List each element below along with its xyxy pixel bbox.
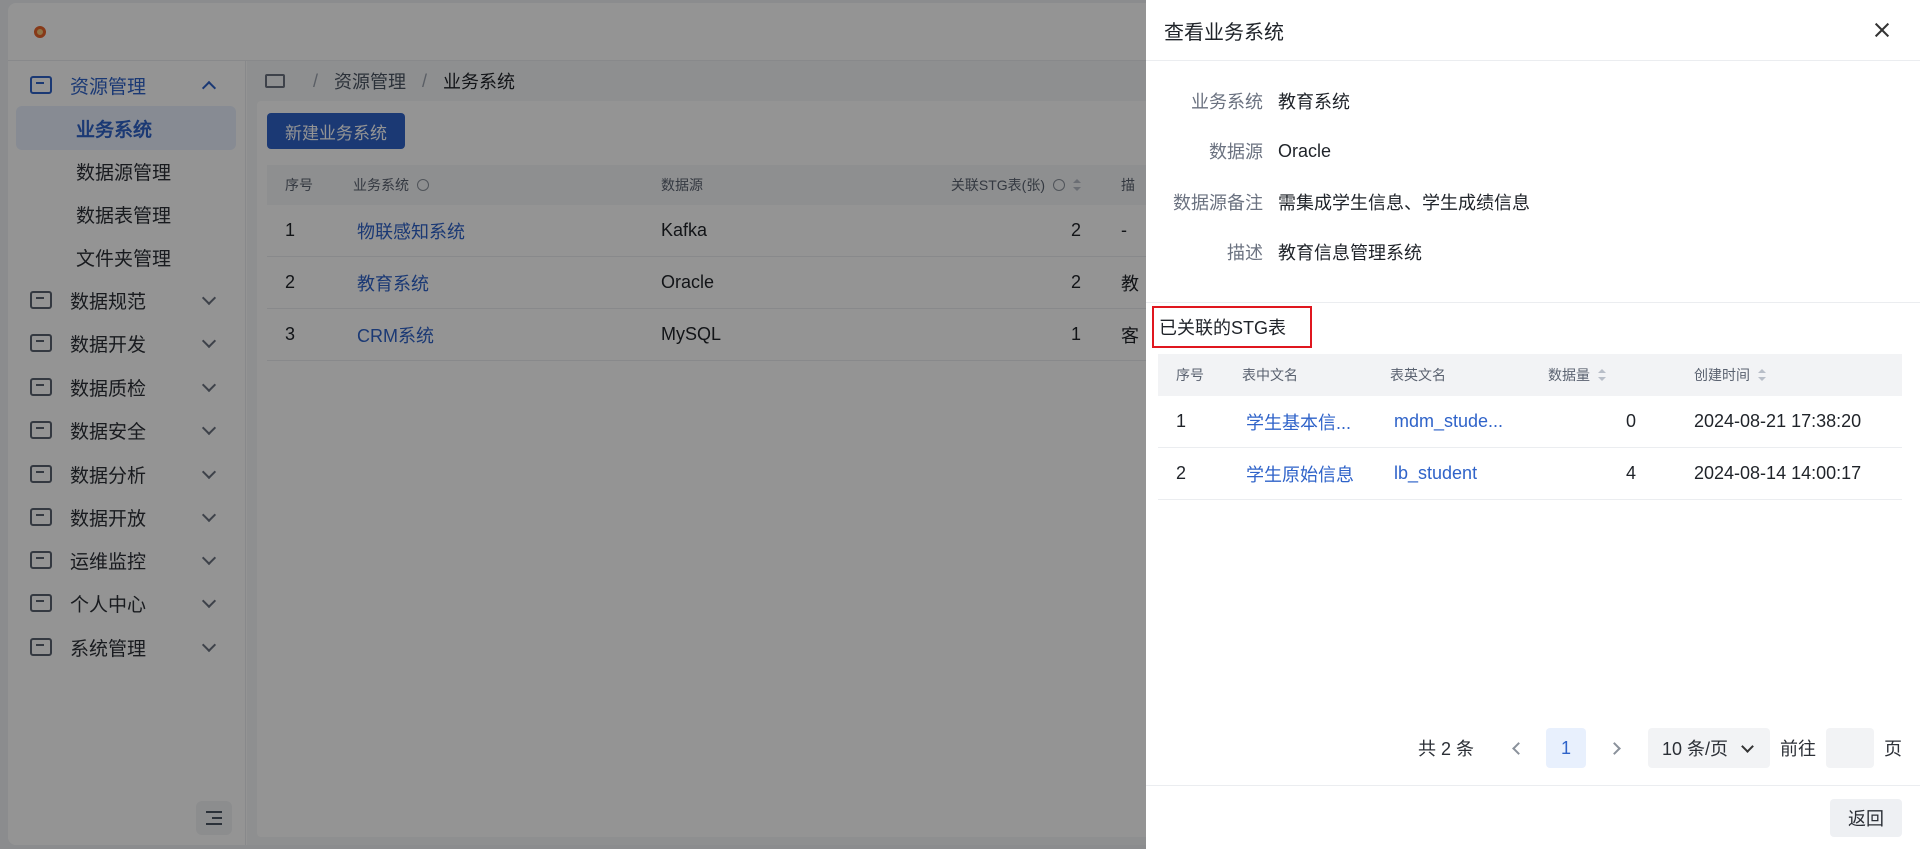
table-cn-link[interactable]: 学生基本信... (1242, 409, 1390, 435)
table-cn-link[interactable]: 学生原始信息 (1242, 461, 1390, 487)
column-header: 表中文名 (1242, 367, 1298, 383)
page-unit-label: 页 (1884, 739, 1902, 759)
chevron-left-icon (1511, 741, 1525, 755)
column-header[interactable]: 创建时间 (1654, 365, 1902, 385)
linked-stg-table: 序号 表中文名 表英文名 数据量 创建时间 1 学生基本信... mdm_stu… (1158, 354, 1902, 500)
field-description: 描述 教育信息管理系统 (1227, 243, 1422, 263)
drawer-title: 查看业务系统 (1164, 21, 1284, 44)
column-header: 表英文名 (1390, 367, 1446, 383)
back-button[interactable]: 返回 (1830, 799, 1902, 837)
page-size-select[interactable]: 10 条/页 (1648, 728, 1770, 768)
goto-page-input[interactable] (1826, 728, 1874, 768)
drawer-header: 查看业务系统 (1146, 0, 1920, 61)
table-header: 序号 表中文名 表英文名 数据量 创建时间 (1158, 354, 1902, 396)
pagination-total: 共 2 条 (1417, 739, 1474, 759)
table-en-link[interactable]: mdm_stude... (1390, 411, 1538, 432)
column-header: 序号 (1176, 367, 1204, 383)
page-number-button[interactable]: 1 (1546, 728, 1586, 768)
field-business-system: 业务系统 教育系统 (1191, 92, 1350, 112)
pagination: 共 2 条 1 10 条/页 前往 页 (1418, 728, 1902, 768)
field-datasource-note: 数据源备注 需集成学生信息、学生成绩信息 (1173, 193, 1530, 213)
section-title-linked-stg: 已关联的STG表 (1152, 306, 1312, 348)
divider (1146, 302, 1920, 303)
chevron-right-icon (1607, 741, 1621, 755)
prev-page-button[interactable] (1498, 728, 1538, 768)
sort-icon[interactable] (1598, 369, 1606, 381)
close-icon[interactable] (1872, 20, 1892, 40)
field-datasource: 数据源 Oracle (1209, 140, 1332, 163)
column-header[interactable]: 数据量 (1538, 365, 1654, 385)
table-en-link[interactable]: lb_student (1390, 463, 1538, 484)
sort-icon[interactable] (1758, 369, 1766, 381)
next-page-button[interactable] (1594, 728, 1634, 768)
table-row: 2 学生原始信息 lb_student 4 2024-08-14 14:00:1… (1158, 448, 1902, 500)
view-business-system-drawer: 查看业务系统 业务系统 教育系统 数据源 Oracle 数据源备注 需集成学生信… (1146, 0, 1920, 849)
drawer-footer: 返回 (1146, 785, 1920, 849)
table-row: 1 学生基本信... mdm_stude... 0 2024-08-21 17:… (1158, 396, 1902, 448)
goto-label: 前往 (1780, 739, 1816, 759)
